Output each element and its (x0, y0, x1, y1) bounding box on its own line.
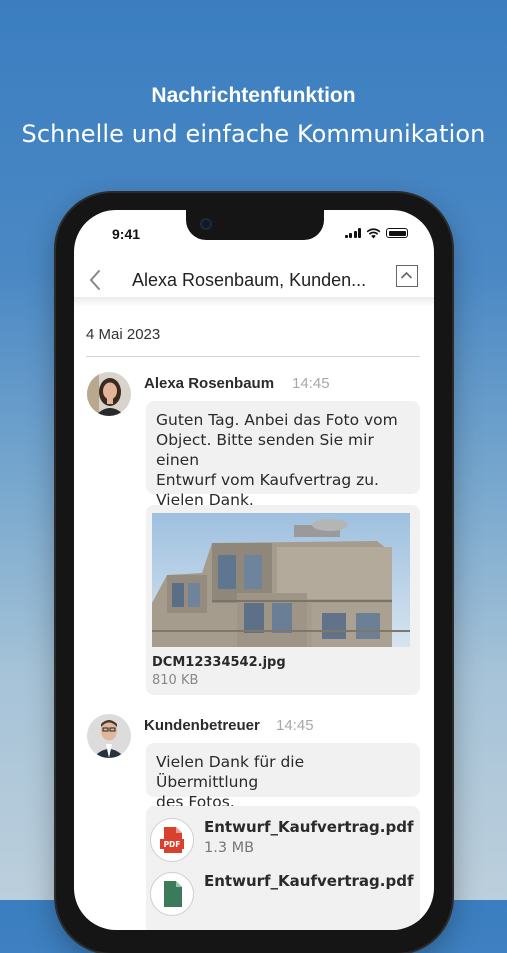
camera-notch (186, 210, 324, 240)
message-bubble: Vielen Dank für die Übermittlung des Fot… (146, 743, 420, 811)
avatar[interactable] (87, 372, 131, 416)
pdf-badge: PDF (163, 840, 181, 849)
building-photo-image (152, 513, 410, 647)
document-size: 1.3 MB (204, 840, 255, 856)
wifi-icon (366, 227, 381, 239)
sender-name: Kundenbetreuer (144, 717, 260, 734)
chevron-up-icon (400, 271, 413, 279)
date-separator: 4 Mai 2023 (86, 326, 161, 343)
front-camera (200, 218, 212, 230)
attachment-file-name: DCM12334542.jpg (152, 655, 286, 670)
chat-header: Alexa Rosenbaum, Kunden... (74, 258, 434, 302)
conversation-title: Alexa Rosenbaum, Kunden... (132, 270, 367, 290)
battery-icon (386, 228, 408, 238)
status-icons (344, 227, 408, 239)
pdf-file-icon: PDF (150, 818, 194, 862)
message-bubble: Guten Tag. Anbei das Foto vom Object. Bi… (146, 401, 420, 509)
document-attachment[interactable]: PDF Entwurf_Kaufvertrag.pdf 1.3 MB (146, 814, 418, 866)
promo-subline: Schnelle und einfache Kommunikation (21, 120, 486, 148)
document-attachment[interactable]: Entwurf_Kaufvertrag.pdf (146, 868, 418, 920)
message-text: Vielen Dank für die Übermittlung des Fot… (156, 753, 305, 811)
attachment-photo[interactable] (152, 513, 410, 647)
image-attachment[interactable]: DCM12334542.jpg 810 KB (146, 505, 420, 695)
phone-screen: 9:41 Alexa Rosenbaum, Kunden... 4 Mai 20… (74, 210, 434, 930)
header-shadow (74, 297, 434, 307)
collapse-button[interactable] (396, 265, 418, 287)
document-file-icon (150, 872, 194, 916)
document-name: Entwurf_Kaufvertrag.pdf (204, 872, 414, 890)
phone-frame: 9:41 Alexa Rosenbaum, Kunden... 4 Mai 20… (56, 193, 452, 953)
status-time: 9:41 (112, 226, 141, 242)
avatar-woman-image (87, 372, 131, 416)
document-attachments: PDF Entwurf_Kaufvertrag.pdf 1.3 MB Entwu… (146, 806, 420, 930)
attachment-file-size: 810 KB (152, 673, 199, 688)
message-text: Guten Tag. Anbei das Foto vom Object. Bi… (156, 411, 398, 509)
document-name: Entwurf_Kaufvertrag.pdf (204, 818, 414, 836)
sender-name: Alexa Rosenbaum (144, 375, 275, 392)
signal-icon (344, 228, 361, 238)
avatar[interactable] (87, 714, 131, 758)
back-button[interactable] (82, 266, 110, 294)
avatar-man-image (87, 714, 131, 758)
chevron-left-icon (89, 270, 100, 290)
message-time: 14:45 (292, 375, 330, 392)
divider (86, 356, 420, 357)
message-time: 14:45 (276, 717, 314, 734)
promo-headline: Nachrichtenfunktion (151, 84, 356, 107)
